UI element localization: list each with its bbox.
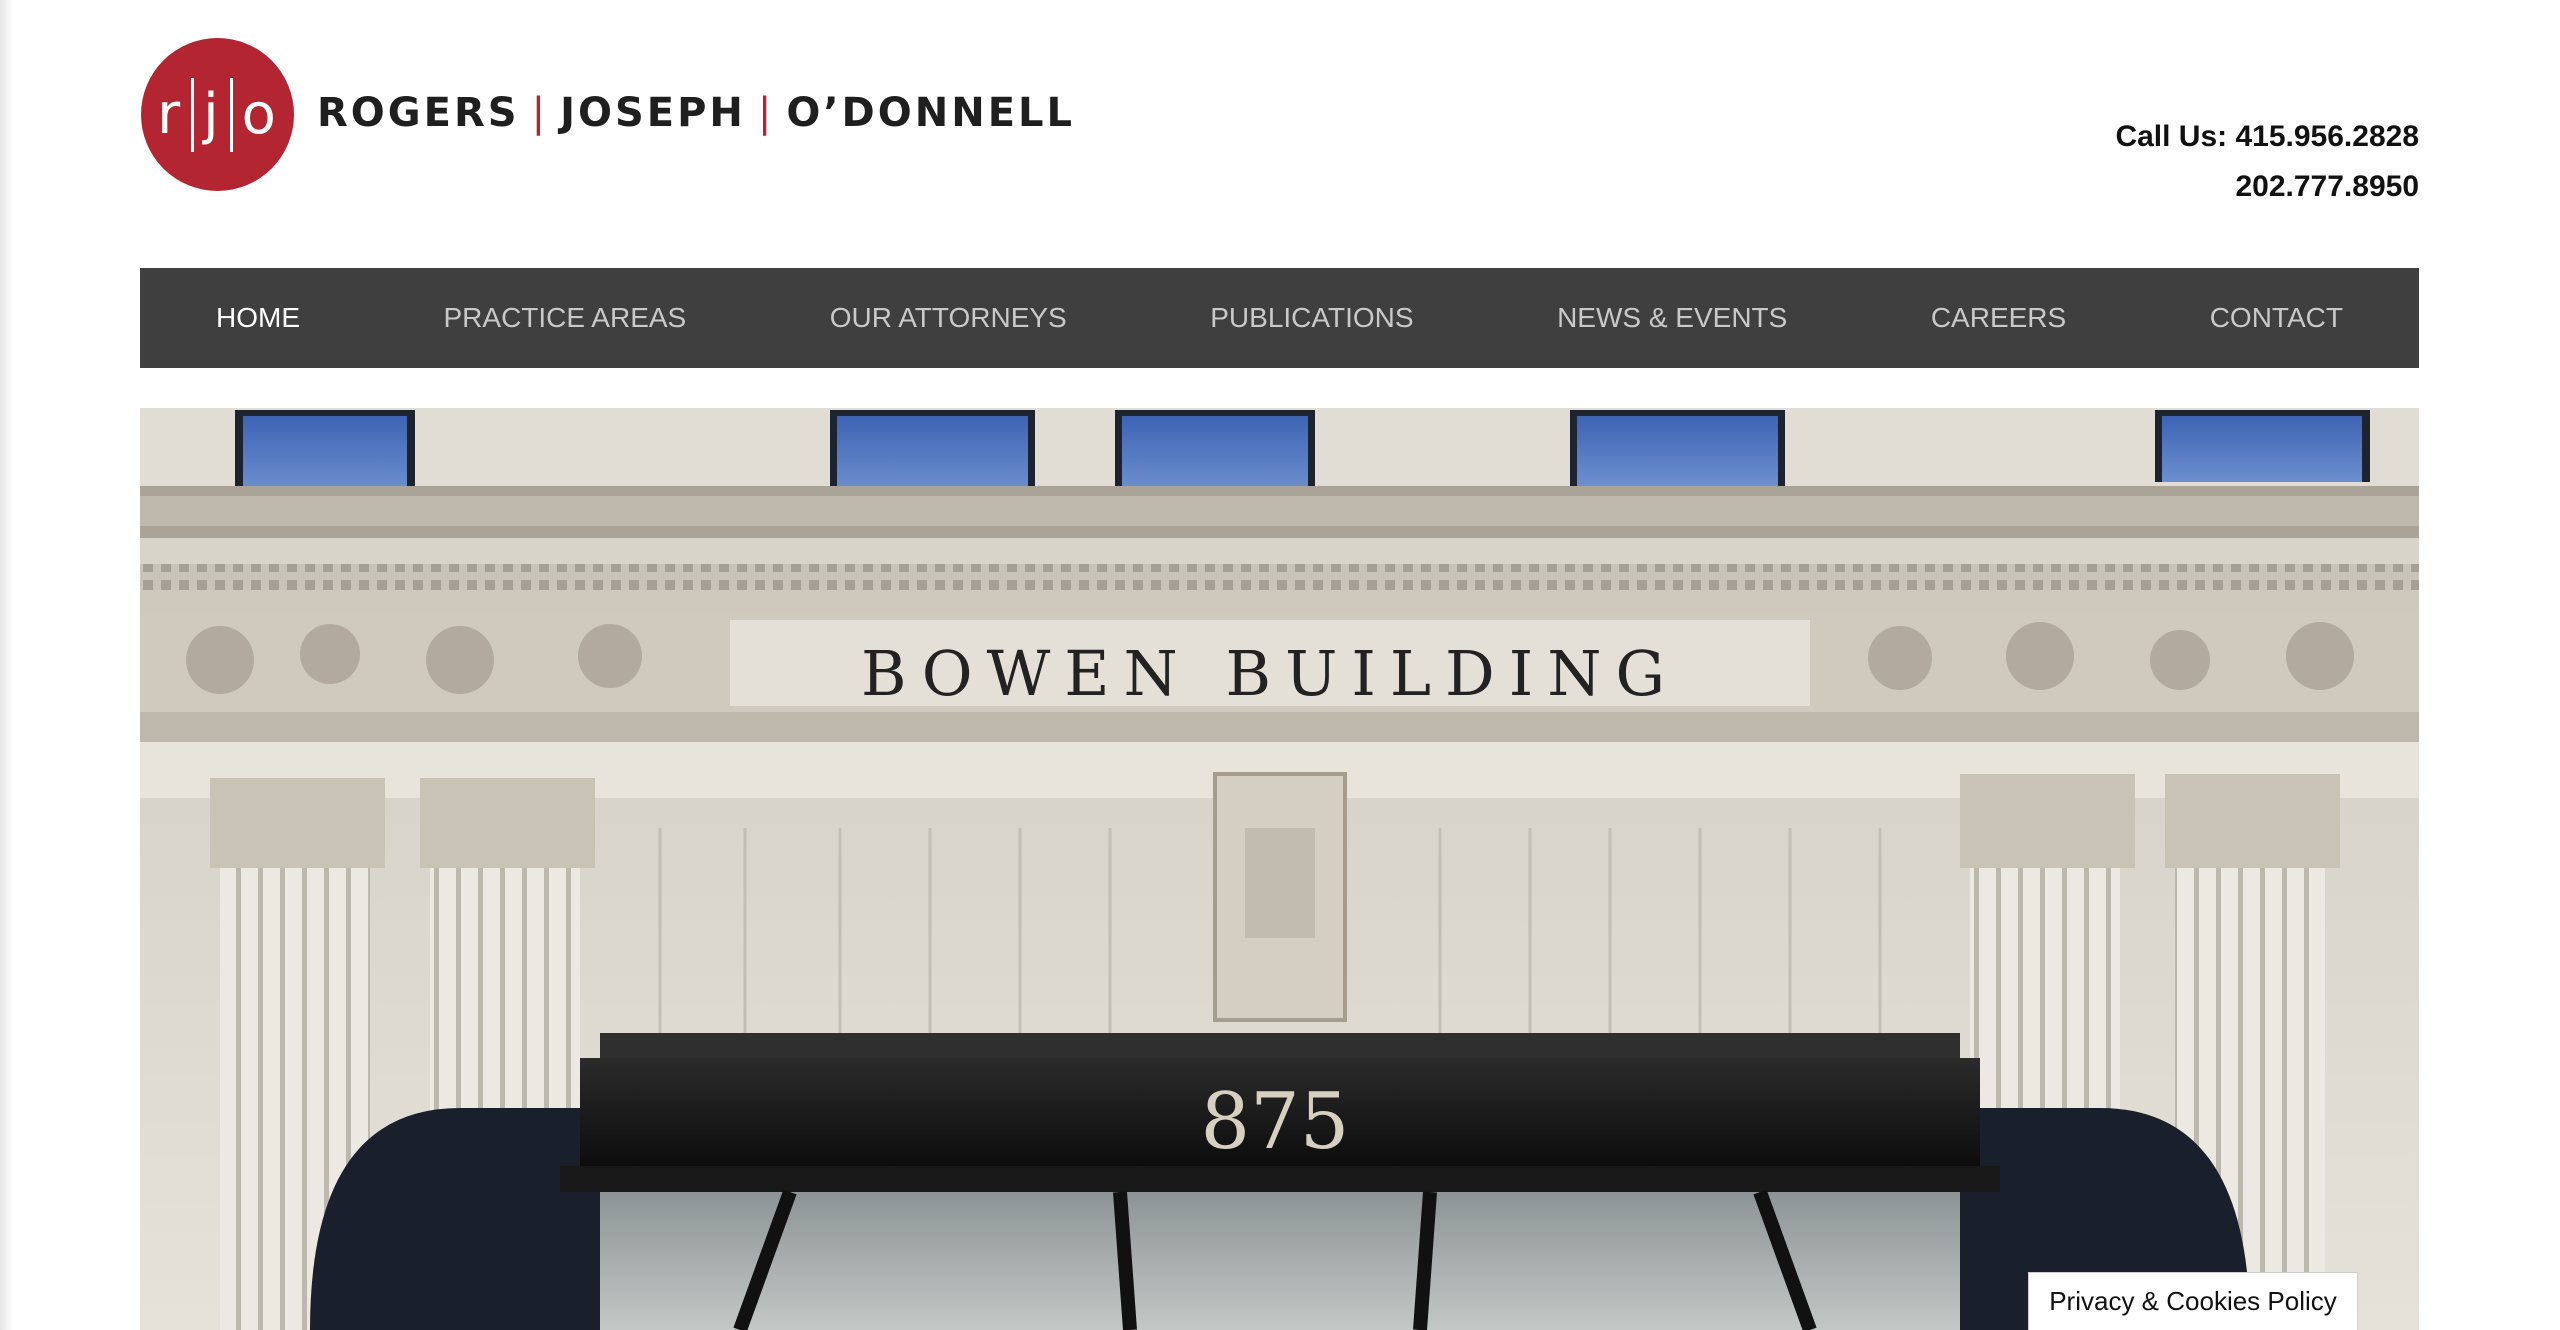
street-number: 875 — [1201, 1077, 1350, 1167]
hero-image: BOWEN BUILDING 875 — [140, 408, 2419, 1330]
nav-our-attorneys[interactable]: OUR ATTORNEYS — [830, 302, 1067, 334]
privacy-cookies-policy-link[interactable]: Privacy & Cookies Policy — [2028, 1272, 2358, 1330]
contact-phones: Call Us: 415.956.2828 202.777.8950 — [2115, 112, 2419, 212]
building-inscription: BOWEN BUILDING — [861, 637, 1679, 710]
site-logo[interactable]: r j o ROGERS | JOSEPH | O’DONNELL — [141, 38, 1201, 193]
nav-publications[interactable]: PUBLICATIONS — [1210, 302, 1413, 334]
nav-contact[interactable]: CONTACT — [2210, 302, 2343, 334]
building-facade-illustration: BOWEN BUILDING 875 — [140, 408, 2419, 1330]
main-nav: HOME PRACTICE AREAS OUR ATTORNEYS PUBLIC… — [140, 268, 2419, 368]
nav-home[interactable]: HOME — [216, 302, 300, 334]
logo-wordmark: ROGERS | JOSEPH | O’DONNELL — [317, 90, 1076, 136]
nav-careers[interactable]: CAREERS — [1931, 302, 2066, 334]
phone-line-1: Call Us: 415.956.2828 — [2115, 120, 2419, 153]
site-header: r j o ROGERS | JOSEPH | O’DONNELL Call Us: 4… — [0, 0, 2560, 268]
phone-line-2: 202.777.8950 — [2235, 170, 2419, 203]
logo-monogram: r j o — [157, 77, 278, 152]
nav-practice-areas[interactable]: PRACTICE AREAS — [444, 302, 687, 334]
nav-news-events[interactable]: NEWS & EVENTS — [1557, 302, 1787, 334]
logo-circle: r j o — [141, 38, 294, 191]
